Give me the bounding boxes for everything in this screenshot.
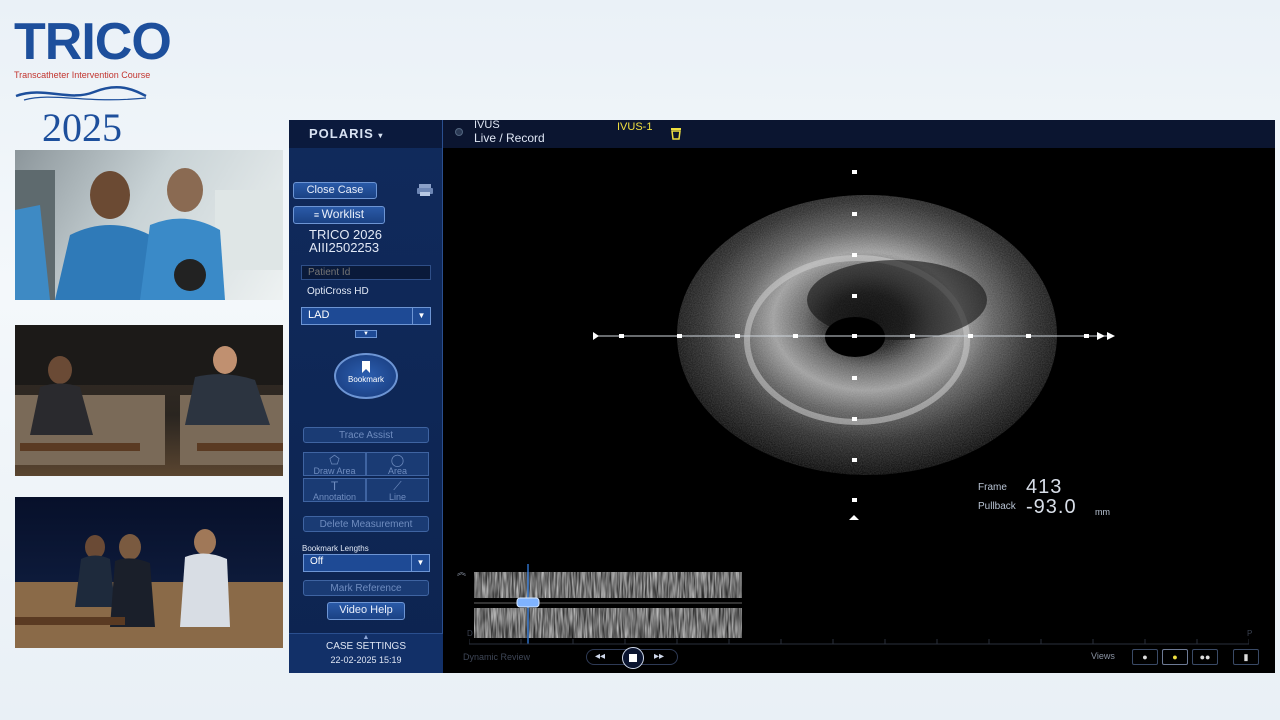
delete-measurement-button[interactable]: Delete Measurement [303, 516, 429, 532]
camera-feed-operators [15, 150, 283, 300]
chevron-up-icon: ▲ [362, 634, 370, 641]
bookmark-icon [362, 361, 370, 373]
vessel-select[interactable]: LAD ▼ [301, 307, 431, 325]
split-view-icon[interactable]: ● [1162, 649, 1188, 665]
bookmark-lengths-select[interactable]: Off ▼ [303, 554, 430, 572]
line-label: Line [388, 492, 406, 502]
worklist-label: Worklist [321, 207, 365, 221]
pullback-label: Pullback [978, 501, 1016, 512]
ivus-cross-section-image[interactable] [537, 170, 1157, 590]
chevron-down-icon: ▾ [378, 131, 384, 140]
collapse-long-icon[interactable]: ︽ [457, 565, 466, 578]
distal-marker: D [467, 629, 473, 638]
dual-view-icon[interactable]: ●● [1192, 649, 1218, 665]
fast-forward-icon[interactable]: ▸▸ [654, 651, 664, 662]
sidebar: POLARIS ▾ Close Case ≡ Worklist TRICO 20… [289, 120, 443, 673]
longitudinal-view-image[interactable] [474, 564, 742, 644]
bookmark-lengths-label: Bookmark Lengths [302, 544, 369, 553]
close-case-button[interactable]: Close Case [293, 182, 377, 199]
top-bar: IVUS Live / Record IVUS-1 [443, 120, 1275, 148]
playback-controls: ◂◂ ▸▸ [586, 647, 678, 669]
area-button[interactable]: ◯ Area [366, 452, 429, 476]
line-icon: ⟋ [393, 479, 402, 493]
text-icon: T [330, 479, 339, 493]
camera-feed-panel-1 [15, 325, 283, 476]
bookmark-view-icon[interactable]: ▮ [1233, 649, 1259, 665]
rewind-icon[interactable]: ◂◂ [595, 651, 605, 662]
logo-year: 2025 [42, 105, 122, 150]
print-icon[interactable] [416, 183, 434, 197]
length-scale [469, 639, 1249, 645]
stop-button[interactable] [622, 647, 644, 669]
pullback-unit: mm [1095, 507, 1110, 517]
case-settings-panel[interactable]: ▲ CASE SETTINGS 22-02-2025 15:19 [289, 633, 443, 673]
case-name: TRICO 2026 AIII2502253 [309, 228, 382, 254]
bookmark-label: Bookmark [347, 375, 384, 384]
trash-icon[interactable] [669, 126, 683, 140]
trico-logo: TRICO Transcatheter Intervention Course … [14, 13, 172, 150]
brand-label: POLARIS [309, 126, 374, 141]
case-settings-label: CASE SETTINGS [325, 641, 406, 652]
chevron-down-icon: ▼ [412, 308, 430, 324]
draw-area-button[interactable]: ⬠ Draw Area [303, 452, 366, 476]
proximal-marker: P [1247, 629, 1253, 638]
video-help-button[interactable]: Video Help [327, 602, 405, 620]
single-view-icon[interactable]: ● [1132, 649, 1158, 665]
run-label[interactable]: IVUS-1 [617, 121, 652, 133]
worklist-button[interactable]: ≡ Worklist [293, 206, 385, 224]
draw-area-icon: ⬠ [329, 453, 340, 467]
logo-tagline: Transcatheter Intervention Course [14, 70, 151, 80]
stop-icon [629, 654, 637, 662]
views-label: Views [1091, 651, 1115, 661]
pullback-value: -93.0 [1026, 496, 1077, 518]
dynamic-review-label: Dynamic Review [463, 652, 531, 662]
bookmark-button[interactable]: Bookmark [334, 353, 398, 399]
patient-id-input[interactable] [301, 265, 431, 280]
catheter-label: OptiCross HD [307, 286, 369, 297]
camera-feed-panel-2 [15, 497, 283, 648]
annotation-label: Annotation [312, 492, 357, 502]
record-status-icon [455, 128, 463, 136]
mark-reference-button[interactable]: Mark Reference [303, 580, 429, 596]
brand-menu[interactable]: POLARIS ▾ [289, 120, 442, 148]
draw-area-label: Draw Area [313, 466, 356, 476]
logo-wave-icon [15, 86, 147, 101]
chevron-down-icon: ▼ [411, 555, 429, 571]
bookmark-lengths-value: Off [310, 556, 324, 567]
mode-title: IVUS [474, 119, 500, 131]
ivus-console-screen: POLARIS ▾ Close Case ≡ Worklist TRICO 20… [289, 120, 1275, 673]
list-icon: ≡ [313, 210, 322, 220]
case-name-line2: AIII2502253 [309, 240, 380, 255]
annotation-button[interactable]: T Annotation [303, 478, 366, 502]
collapse-toggle[interactable]: ▼ [355, 330, 377, 338]
trace-assist-button[interactable]: Trace Assist [303, 427, 429, 443]
vessel-value: LAD [308, 309, 330, 321]
case-datetime: 22-02-2025 15:19 [330, 655, 402, 665]
area-icon: ◯ [390, 453, 405, 467]
area-label: Area [387, 466, 407, 476]
frame-label: Frame [978, 482, 1007, 493]
line-button[interactable]: ⟋ Line [366, 478, 429, 502]
logo-wordmark: TRICO [14, 13, 172, 71]
mode-subtitle: Live / Record [474, 131, 545, 145]
